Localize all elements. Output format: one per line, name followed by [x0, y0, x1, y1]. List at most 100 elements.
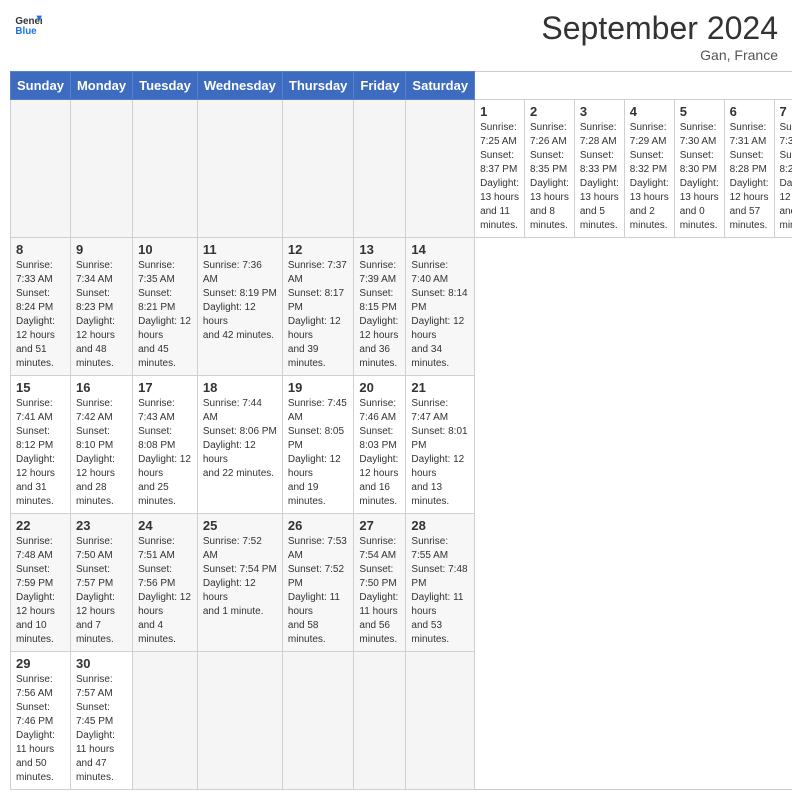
day-info: Sunrise: 7:53 AM Sunset: 7:52 PM Dayligh… — [288, 535, 349, 647]
day-number: 18 — [203, 380, 277, 395]
day-number: 26 — [288, 518, 349, 533]
day-info: Sunrise: 7:50 AM Sunset: 7:57 PM Dayligh… — [76, 535, 127, 647]
day-info: Sunrise: 7:55 AM Sunset: 7:48 PM Dayligh… — [411, 535, 469, 647]
header-tuesday: Tuesday — [133, 72, 198, 100]
day-number: 17 — [138, 380, 192, 395]
day-number: 24 — [138, 518, 192, 533]
day-number: 19 — [288, 380, 349, 395]
calendar-cell: 25 Sunrise: 7:52 AM Sunset: 7:54 PM Dayli… — [197, 514, 282, 652]
day-number: 30 — [76, 656, 127, 671]
calendar-cell: 3 Sunrise: 7:28 AM Sunset: 8:33 PM Daylig… — [574, 100, 624, 238]
day-info: Sunrise: 7:52 AM Sunset: 7:54 PM Dayligh… — [203, 535, 277, 619]
day-number: 28 — [411, 518, 469, 533]
day-info: Sunrise: 7:26 AM Sunset: 8:35 PM Dayligh… — [530, 121, 569, 233]
calendar-cell — [406, 100, 475, 238]
calendar-cell: 11 Sunrise: 7:36 AM Sunset: 8:19 PM Dayli… — [197, 238, 282, 376]
day-info: Sunrise: 7:32 AM Sunset: 8:26 PM Dayligh… — [780, 121, 792, 233]
calendar-cell: 17 Sunrise: 7:43 AM Sunset: 8:08 PM Dayli… — [133, 376, 198, 514]
day-info: Sunrise: 7:25 AM Sunset: 8:37 PM Dayligh… — [480, 121, 519, 233]
header-monday: Monday — [70, 72, 132, 100]
day-number: 16 — [76, 380, 127, 395]
day-number: 4 — [630, 104, 669, 119]
day-number: 13 — [359, 242, 400, 257]
day-info: Sunrise: 7:46 AM Sunset: 8:03 PM Dayligh… — [359, 397, 400, 509]
header-wednesday: Wednesday — [197, 72, 282, 100]
day-number: 12 — [288, 242, 349, 257]
day-info: Sunrise: 7:28 AM Sunset: 8:33 PM Dayligh… — [580, 121, 619, 233]
title-block: September 2024 Gan, France — [541, 10, 778, 63]
calendar-cell: 5 Sunrise: 7:30 AM Sunset: 8:30 PM Daylig… — [674, 100, 724, 238]
calendar-cell: 15Sunrise: 7:41 AM Sunset: 8:12 PM Dayli… — [11, 376, 71, 514]
calendar-cell: 19 Sunrise: 7:45 AM Sunset: 8:05 PM Dayli… — [282, 376, 354, 514]
location: Gan, France — [541, 47, 778, 63]
day-info: Sunrise: 7:34 AM Sunset: 8:23 PM Dayligh… — [76, 259, 127, 371]
day-info: Sunrise: 7:33 AM Sunset: 8:24 PM Dayligh… — [16, 259, 65, 371]
calendar-cell: 12 Sunrise: 7:37 AM Sunset: 8:17 PM Dayli… — [282, 238, 354, 376]
day-number: 7 — [780, 104, 792, 119]
calendar-cell — [11, 100, 71, 238]
week-row-1: 1Sunrise: 7:25 AM Sunset: 8:37 PM Daylig… — [11, 100, 792, 238]
day-number: 2 — [530, 104, 569, 119]
calendar-cell: 8Sunrise: 7:33 AM Sunset: 8:24 PM Daylig… — [11, 238, 71, 376]
calendar-cell: 21 Sunrise: 7:47 AM Sunset: 8:01 PM Dayli… — [406, 376, 475, 514]
day-info: Sunrise: 7:42 AM Sunset: 8:10 PM Dayligh… — [76, 397, 127, 509]
calendar-cell: 18 Sunrise: 7:44 AM Sunset: 8:06 PM Dayli… — [197, 376, 282, 514]
day-number: 6 — [730, 104, 769, 119]
calendar-cell: 10Sunrise: 7:35 AM Sunset: 8:21 PM Dayli… — [133, 238, 198, 376]
day-info: Sunrise: 7:47 AM Sunset: 8:01 PM Dayligh… — [411, 397, 469, 509]
calendar-cell — [406, 652, 475, 790]
header-saturday: Saturday — [406, 72, 475, 100]
day-number: 14 — [411, 242, 469, 257]
day-info: Sunrise: 7:43 AM Sunset: 8:08 PM Dayligh… — [138, 397, 192, 509]
day-info: Sunrise: 7:37 AM Sunset: 8:17 PM Dayligh… — [288, 259, 349, 371]
calendar-cell: 30Sunrise: 7:57 AM Sunset: 7:45 PM Dayli… — [70, 652, 132, 790]
week-row-5: 29Sunrise: 7:56 AM Sunset: 7:46 PM Dayli… — [11, 652, 792, 790]
day-info: Sunrise: 7:40 AM Sunset: 8:14 PM Dayligh… — [411, 259, 469, 371]
day-number: 29 — [16, 656, 65, 671]
calendar-cell: 6Sunrise: 7:31 AM Sunset: 8:28 PM Daylig… — [724, 100, 774, 238]
calendar-cell — [133, 100, 198, 238]
calendar-table: SundayMondayTuesdayWednesdayThursdayFrid… — [10, 71, 792, 790]
calendar-cell: 9 Sunrise: 7:34 AM Sunset: 8:23 PM Daylig… — [70, 238, 132, 376]
day-number: 25 — [203, 518, 277, 533]
calendar-cell: 7 Sunrise: 7:32 AM Sunset: 8:26 PM Daylig… — [774, 100, 792, 238]
calendar-cell: 2 Sunrise: 7:26 AM Sunset: 8:35 PM Daylig… — [524, 100, 574, 238]
day-info: Sunrise: 7:54 AM Sunset: 7:50 PM Dayligh… — [359, 535, 400, 647]
day-info: Sunrise: 7:45 AM Sunset: 8:05 PM Dayligh… — [288, 397, 349, 509]
calendar-cell: 24 Sunrise: 7:51 AM Sunset: 7:56 PM Dayli… — [133, 514, 198, 652]
header-friday: Friday — [354, 72, 406, 100]
calendar-cell: 22Sunrise: 7:48 AM Sunset: 7:59 PM Dayli… — [11, 514, 71, 652]
day-info: Sunrise: 7:51 AM Sunset: 7:56 PM Dayligh… — [138, 535, 192, 647]
calendar-cell: 23Sunrise: 7:50 AM Sunset: 7:57 PM Dayli… — [70, 514, 132, 652]
day-info: Sunrise: 7:30 AM Sunset: 8:30 PM Dayligh… — [680, 121, 719, 233]
day-number: 22 — [16, 518, 65, 533]
calendar-cell: 27 Sunrise: 7:54 AM Sunset: 7:50 PM Dayli… — [354, 514, 406, 652]
day-number: 21 — [411, 380, 469, 395]
day-info: Sunrise: 7:36 AM Sunset: 8:19 PM Dayligh… — [203, 259, 277, 343]
calendar-cell: 20 Sunrise: 7:46 AM Sunset: 8:03 PM Dayli… — [354, 376, 406, 514]
calendar-cell: 1Sunrise: 7:25 AM Sunset: 8:37 PM Daylig… — [475, 100, 525, 238]
day-info: Sunrise: 7:39 AM Sunset: 8:15 PM Dayligh… — [359, 259, 400, 371]
calendar-cell — [197, 652, 282, 790]
calendar-cell: 28 Sunrise: 7:55 AM Sunset: 7:48 PM Dayli… — [406, 514, 475, 652]
calendar-cell — [354, 652, 406, 790]
logo-icon: General Blue — [14, 10, 42, 38]
calendar-cell: 13 Sunrise: 7:39 AM Sunset: 8:15 PM Dayli… — [354, 238, 406, 376]
day-number: 20 — [359, 380, 400, 395]
svg-text:Blue: Blue — [15, 26, 37, 37]
calendar-cell: 29Sunrise: 7:56 AM Sunset: 7:46 PM Dayli… — [11, 652, 71, 790]
day-number: 5 — [680, 104, 719, 119]
day-number: 3 — [580, 104, 619, 119]
week-row-3: 15Sunrise: 7:41 AM Sunset: 8:12 PM Dayli… — [11, 376, 792, 514]
day-number: 9 — [76, 242, 127, 257]
day-number: 27 — [359, 518, 400, 533]
day-number: 11 — [203, 242, 277, 257]
day-info: Sunrise: 7:44 AM Sunset: 8:06 PM Dayligh… — [203, 397, 277, 481]
day-info: Sunrise: 7:29 AM Sunset: 8:32 PM Dayligh… — [630, 121, 669, 233]
calendar-cell: 4 Sunrise: 7:29 AM Sunset: 8:32 PM Daylig… — [624, 100, 674, 238]
calendar-cell — [70, 100, 132, 238]
calendar-header-row: SundayMondayTuesdayWednesdayThursdayFrid… — [11, 72, 792, 100]
month-title: September 2024 — [541, 10, 778, 47]
calendar-cell: 26 Sunrise: 7:53 AM Sunset: 7:52 PM Dayli… — [282, 514, 354, 652]
calendar-cell — [282, 652, 354, 790]
